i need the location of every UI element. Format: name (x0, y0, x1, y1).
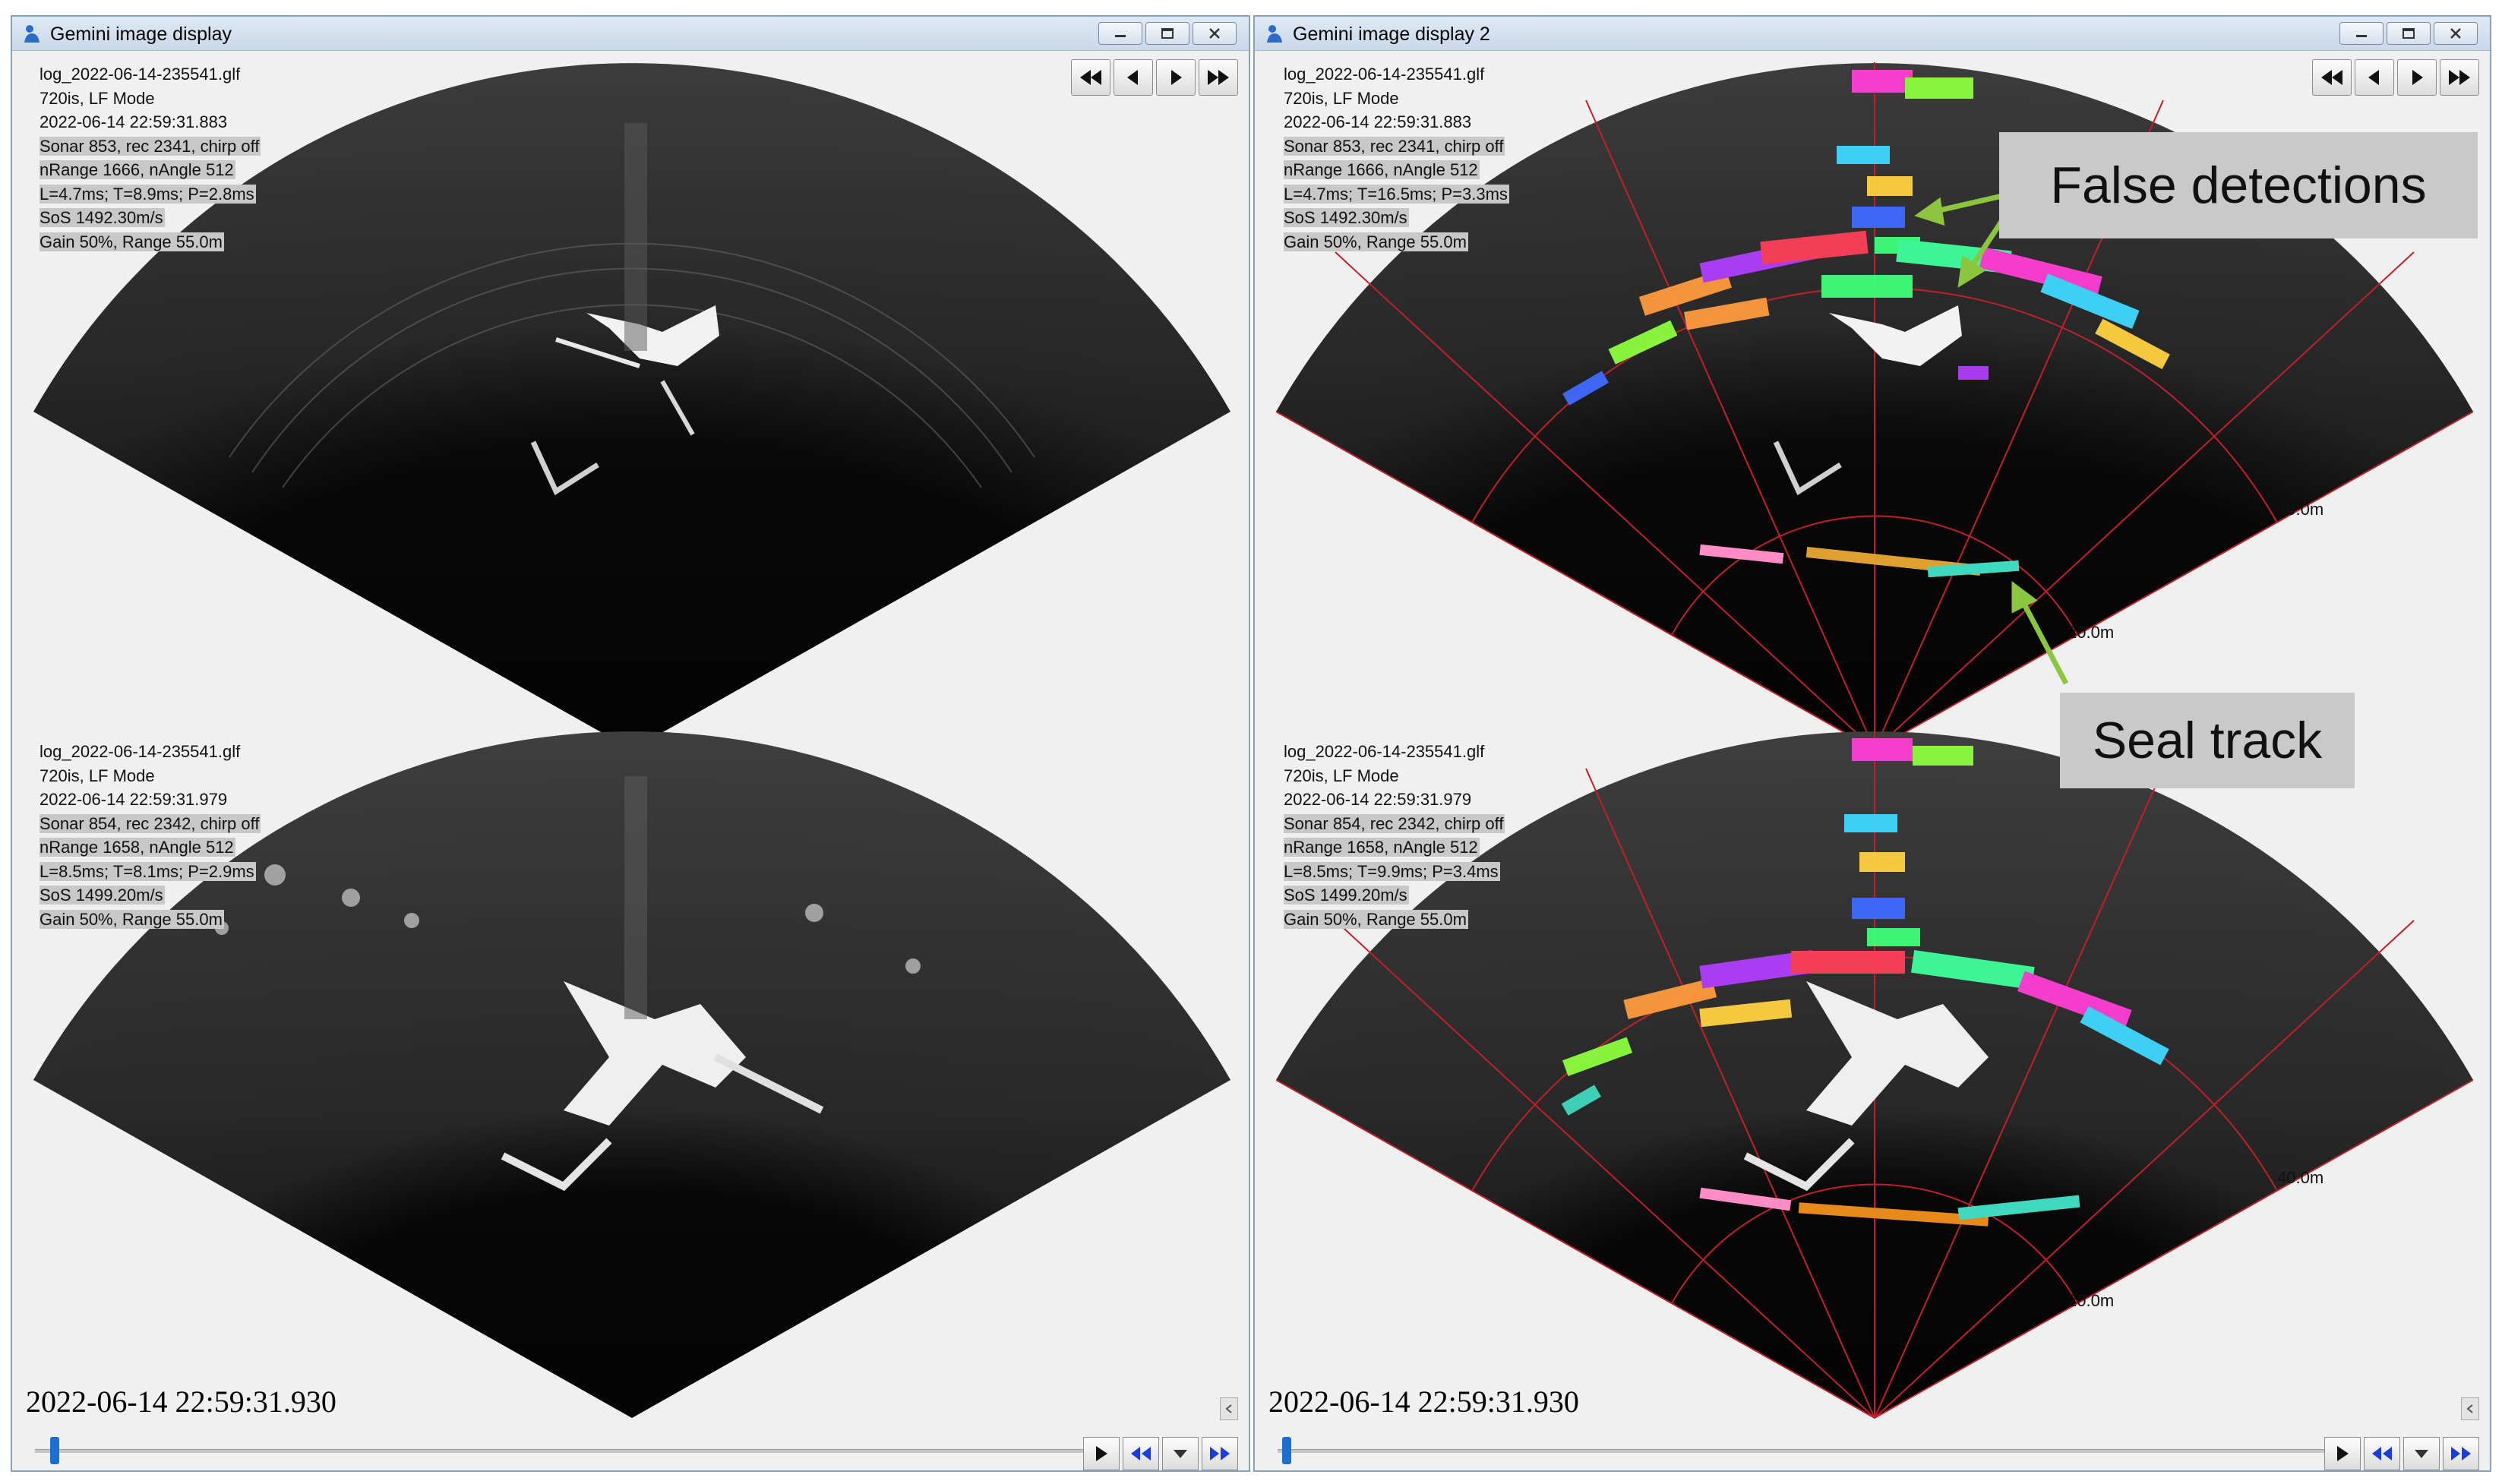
false-detections-callout: False detections (1999, 132, 2478, 238)
seal-track-callout: Seal track (2060, 693, 2355, 788)
